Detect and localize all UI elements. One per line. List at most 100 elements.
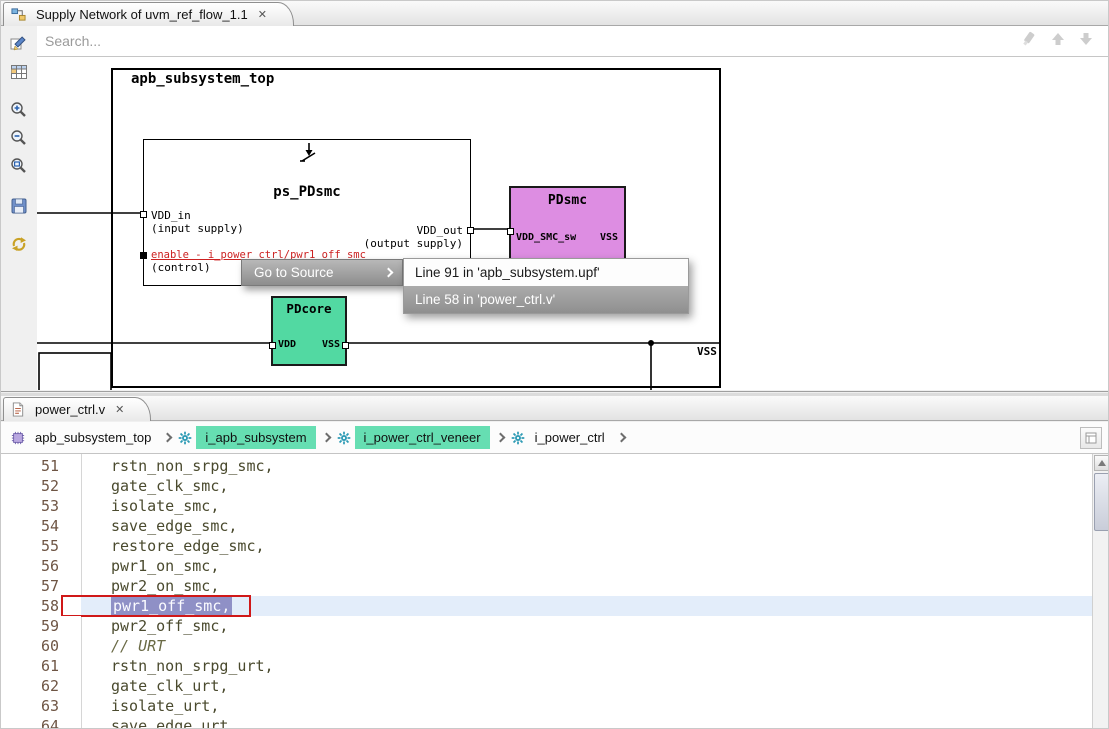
code-line[interactable]: 56 pwr1_on_smc, (1, 556, 1092, 576)
breadcrumb-item-apb-subsystem-top[interactable]: apb_subsystem_top (29, 426, 157, 449)
pdcore-title: PDcore (273, 301, 345, 316)
code-line[interactable]: 57 pwr2_on_smc, (1, 576, 1092, 596)
submenu-item-line-91-upf[interactable]: Line 91 in 'apb_subsystem.upf' (404, 259, 688, 286)
power-domain-pdsmc[interactable]: PDsmc VDD_SMC_sw VSS (509, 186, 626, 261)
pdsmc-title: PDsmc (511, 193, 624, 208)
code-text: pwr1_off_smc, (81, 596, 232, 616)
zoom-in-button[interactable] (9, 100, 29, 120)
tab-power-ctrl-v[interactable]: power_ctrl.v ✕ (3, 397, 151, 421)
go-to-source-submenu: Line 91 in 'apb_subsystem.upf' Line 58 i… (403, 258, 689, 314)
go-to-source-label: Go to Source (254, 265, 334, 280)
pdcore-left-port-marker (269, 342, 276, 349)
arrow-up-icon[interactable] (1050, 31, 1066, 52)
arrow-down-icon[interactable] (1078, 31, 1094, 52)
line-number: 63 (1, 696, 81, 716)
menu-item-go-to-source[interactable]: Go to Source (241, 259, 403, 286)
line-number: 62 (1, 676, 81, 696)
line-number: 60 (1, 636, 81, 656)
port-vdd-out-desc: (output supply) (364, 237, 463, 250)
breadcrumb-toggle-button[interactable] (1080, 427, 1102, 449)
application-window: Supply Network of uvm_ref_flow_1.1 ✕ Sea… (0, 0, 1109, 729)
line-number: 52 (1, 476, 81, 496)
line-number: 61 (1, 656, 81, 676)
code-text: pwr1_on_smc, (81, 556, 219, 576)
pdcore-right-port-marker (342, 342, 349, 349)
tab-supply-network[interactable]: Supply Network of uvm_ref_flow_1.1 ✕ (3, 2, 294, 26)
power-switch-icon (293, 143, 323, 169)
close-icon[interactable]: ✕ (258, 8, 267, 21)
supply-network-tab-icon (11, 7, 26, 22)
edit-mode-button[interactable] (9, 34, 29, 54)
module-label: apb_subsystem_top (131, 71, 274, 87)
line-number: 55 (1, 536, 81, 556)
diagram-canvas[interactable]: apb_subsystem_top ps_PDsmc VDD_in (input… (37, 57, 1108, 390)
code-text: isolate_urt, (81, 696, 219, 716)
vss-net-label: VSS (697, 345, 717, 358)
tab-title: Supply Network of uvm_ref_flow_1.1 (36, 7, 248, 22)
pdsmc-left-port-marker (507, 228, 514, 235)
code-line[interactable]: 51 rstn_non_srpg_smc, (1, 456, 1092, 476)
code-text: rstn_non_srpg_urt, (81, 656, 274, 676)
code-line[interactable]: 64 save_edge_urt, (1, 716, 1092, 729)
zoom-fit-icon (10, 157, 28, 175)
code-line[interactable]: 61 rstn_non_srpg_urt, (1, 656, 1092, 676)
pdcore-port-vss: VSS (322, 339, 340, 350)
code-text: rstn_non_srpg_smc, (81, 456, 274, 476)
gear-icon (337, 431, 351, 445)
submenu-arrow-icon (384, 268, 394, 278)
line-number: 58 (1, 596, 81, 616)
line-number: 51 (1, 456, 81, 476)
code-line[interactable]: 59 pwr2_off_smc, (1, 616, 1092, 636)
code-line[interactable]: 63 isolate_urt, (1, 696, 1092, 716)
code-line[interactable]: 60 // URT (1, 636, 1092, 656)
pdcore-port-vdd: VDD (278, 339, 296, 350)
line-number: 53 (1, 496, 81, 516)
grid-icon (10, 63, 28, 81)
verilog-file-icon (11, 402, 25, 417)
breadcrumb-item-i-power-ctrl[interactable]: i_power_ctrl (529, 426, 611, 449)
grid-view-button[interactable] (9, 62, 29, 82)
zoom-in-icon (10, 101, 28, 119)
scrollbar[interactable] (1092, 454, 1109, 729)
module-icon (11, 431, 25, 445)
search-input[interactable]: Search... (37, 26, 1108, 57)
breadcrumb-item-i-apb-subsystem[interactable]: i_apb_subsystem (196, 426, 315, 449)
tab-title: power_ctrl.v (35, 402, 105, 417)
left-toolbar (1, 26, 37, 391)
chevron-right-icon (495, 433, 505, 443)
line-number: 54 (1, 516, 81, 536)
code-line[interactable]: 62 gate_clk_urt, (1, 676, 1092, 696)
code-line-selected[interactable]: 58 pwr1_off_smc, (1, 596, 1092, 616)
code-editor[interactable]: 51 rstn_non_srpg_smc, 52 gate_clk_smc, 5… (1, 454, 1109, 729)
top-tab-bar: Supply Network of uvm_ref_flow_1.1 ✕ (1, 1, 1109, 26)
gear-icon (511, 431, 525, 445)
code-text: isolate_smc, (81, 496, 219, 516)
selected-text: pwr1_off_smc, (111, 596, 232, 616)
edit-icon (10, 35, 28, 53)
triangle-up-icon (1098, 460, 1106, 466)
save-button[interactable] (9, 196, 29, 216)
close-icon[interactable]: ✕ (115, 403, 124, 416)
port-vdd-out: VDD_out (417, 224, 463, 237)
port-vdd-in-desc: (input supply) (151, 222, 244, 235)
line-number: 56 (1, 556, 81, 576)
scroll-up-button[interactable] (1094, 455, 1109, 471)
code-line[interactable]: 54 save_edge_smc, (1, 516, 1092, 536)
port-enable-desc: (control) (151, 261, 211, 274)
vdd-in-port-marker (140, 211, 147, 218)
code-line[interactable]: 52 gate_clk_smc, (1, 476, 1092, 496)
code-text: restore_edge_smc, (81, 536, 265, 556)
highlighter-icon[interactable] (1020, 30, 1038, 53)
code-line[interactable]: 55 restore_edge_smc, (1, 536, 1092, 556)
zoom-fit-button[interactable] (9, 156, 29, 176)
chevron-right-icon (163, 433, 173, 443)
code-line[interactable]: 53 isolate_smc, (1, 496, 1092, 516)
zoom-out-icon (10, 129, 28, 147)
scroll-thumb[interactable] (1094, 473, 1109, 531)
breadcrumb-item-i-power-ctrl-veneer[interactable]: i_power_ctrl_veneer (355, 426, 490, 449)
code-comment: // URT (81, 636, 165, 656)
zoom-out-button[interactable] (9, 128, 29, 148)
submenu-item-line-58-power-ctrl[interactable]: Line 58 in 'power_ctrl.v' (404, 286, 688, 313)
power-domain-pdcore[interactable]: PDcore VDD VSS (271, 296, 347, 366)
refresh-button[interactable] (9, 234, 29, 254)
